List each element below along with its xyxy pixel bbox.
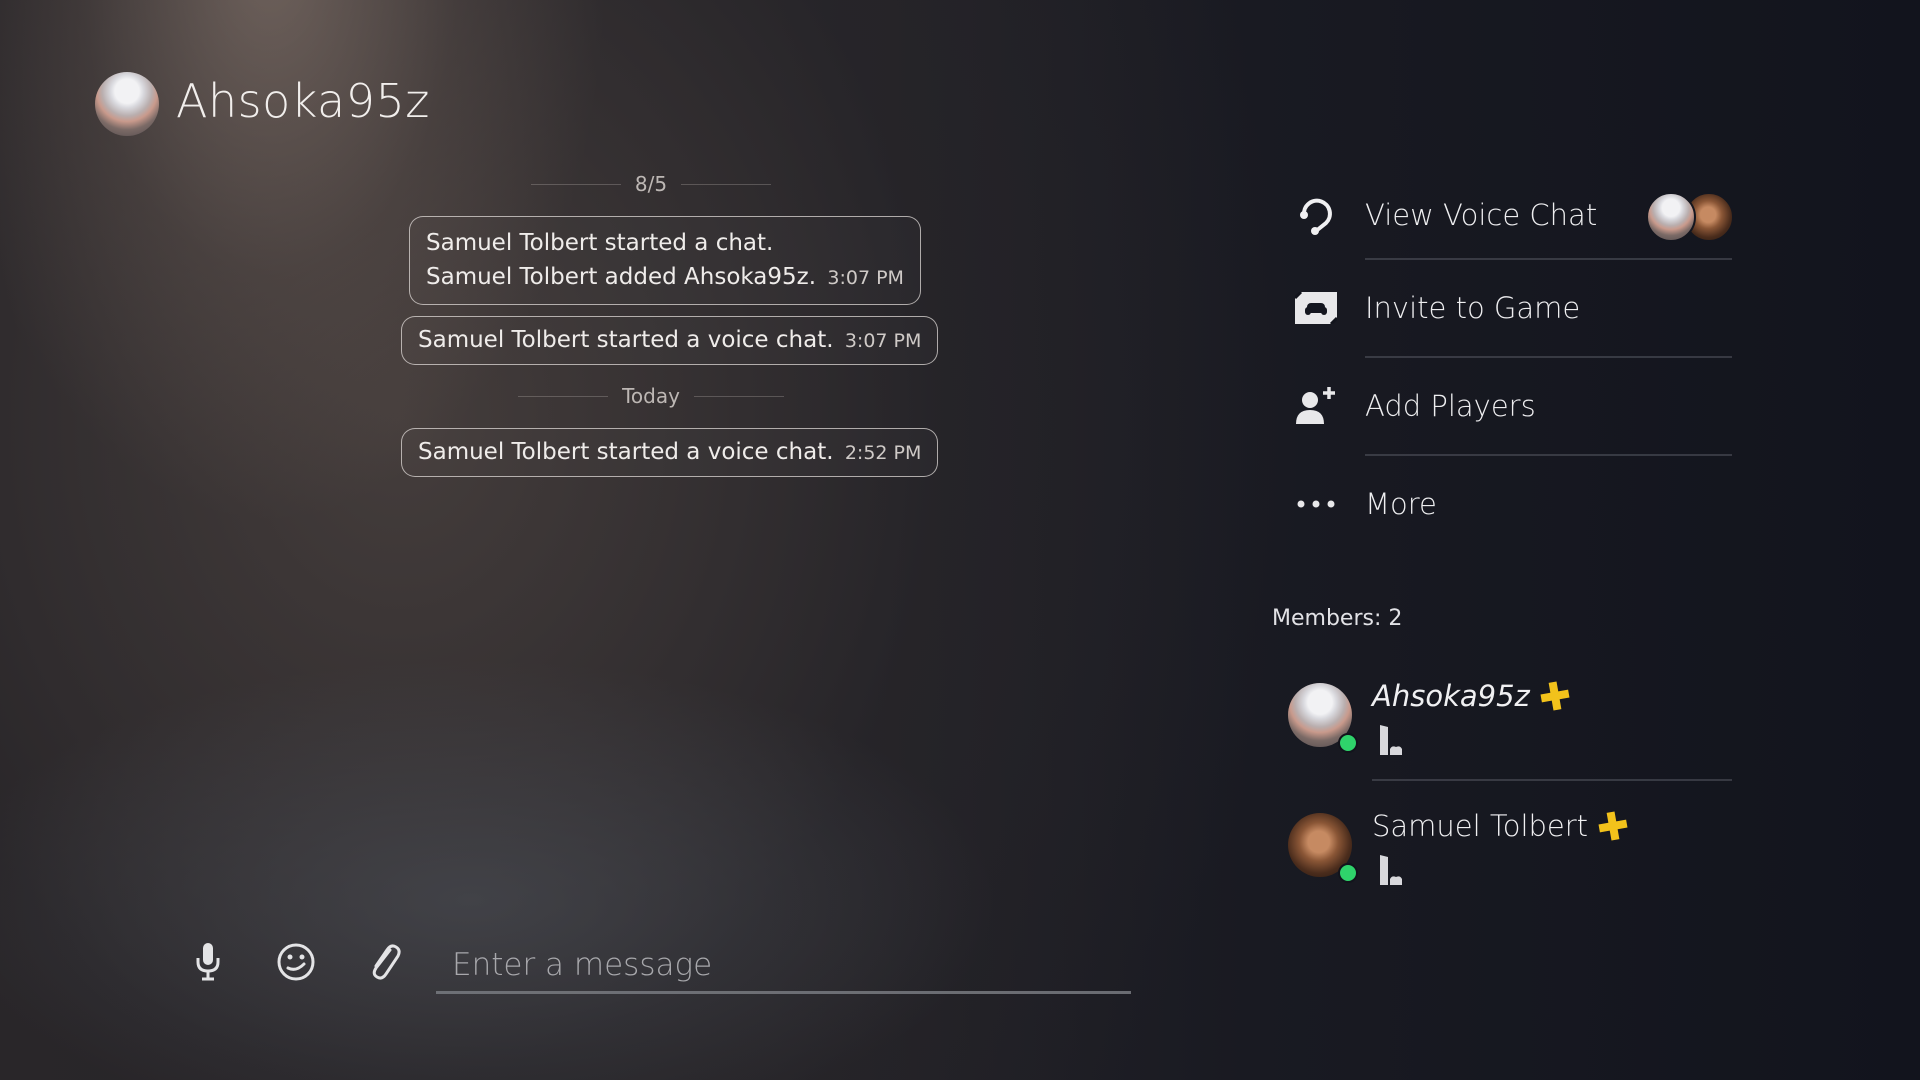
message-text: Samuel Tolbert started a voice chat. xyxy=(418,439,834,465)
member-row[interactable]: Samuel Tolbert xyxy=(1288,809,1732,913)
menu-label: View Voice Chat xyxy=(1365,198,1598,232)
chat-message[interactable]: Samuel Tolbert started a voice chat. 3:0… xyxy=(401,316,939,365)
online-status-indicator xyxy=(1338,733,1358,753)
attachment-icon xyxy=(372,944,401,980)
microphone-button[interactable] xyxy=(186,940,230,984)
page-title: Ahsoka95z xyxy=(176,74,430,128)
header-avatar xyxy=(95,72,159,136)
menu-label: Invite to Game xyxy=(1365,291,1581,325)
divider xyxy=(1365,258,1732,260)
invite-game-icon xyxy=(1290,282,1342,334)
add-players-button[interactable]: Add Players xyxy=(1290,366,1732,446)
more-dots-icon xyxy=(1290,478,1342,530)
message-text: Samuel Tolbert started a voice chat. xyxy=(418,327,834,353)
view-voice-chat-button[interactable]: View Voice Chat xyxy=(1290,175,1734,255)
invite-to-game-button[interactable]: Invite to Game xyxy=(1290,268,1732,348)
ps-plus-icon xyxy=(1540,681,1570,711)
divider xyxy=(693,395,784,397)
emoji-button[interactable] xyxy=(274,940,318,984)
divider xyxy=(531,183,621,185)
chat-message[interactable]: Samuel Tolbert started a chat. Samuel To… xyxy=(409,216,921,305)
menu-label: More xyxy=(1365,487,1437,521)
ps-plus-icon xyxy=(1598,811,1628,841)
microphone-icon xyxy=(196,943,220,981)
emoji-icon xyxy=(277,943,315,981)
member-name-text: Ahsoka95z xyxy=(1372,679,1530,713)
message-time: 3:07 PM xyxy=(844,330,922,352)
divider xyxy=(1372,779,1732,781)
ps5-console-icon xyxy=(1378,855,1404,891)
date-separator: 8/5 xyxy=(531,172,771,196)
headset-icon xyxy=(1290,189,1342,241)
message-text: Samuel Tolbert added Ahsoka95z. xyxy=(426,264,817,290)
member-name: Samuel Tolbert xyxy=(1372,809,1628,843)
date-label: 8/5 xyxy=(634,172,668,196)
message-text: Samuel Tolbert started a chat. xyxy=(426,230,774,256)
ps5-console-icon xyxy=(1378,725,1404,761)
voice-participant-avatar xyxy=(1646,192,1696,242)
chat-message[interactable]: Samuel Tolbert started a voice chat. 2:5… xyxy=(401,428,939,477)
members-count: Members: 2 xyxy=(1272,606,1403,631)
date-separator: Today xyxy=(518,384,784,408)
member-row[interactable]: Ahsoka95z xyxy=(1288,679,1732,783)
divider xyxy=(518,395,609,397)
message-time: 3:07 PM xyxy=(827,267,904,289)
date-label: Today xyxy=(622,384,680,408)
member-name-text: Samuel Tolbert xyxy=(1372,809,1589,843)
divider xyxy=(1365,356,1732,358)
message-time: 2:52 PM xyxy=(844,442,922,464)
divider xyxy=(1365,454,1732,456)
more-button[interactable]: More xyxy=(1290,464,1732,544)
add-player-icon xyxy=(1290,380,1342,432)
attachment-button[interactable] xyxy=(362,940,406,984)
divider xyxy=(681,183,771,185)
online-status-indicator xyxy=(1338,863,1358,883)
message-input[interactable] xyxy=(436,938,1131,994)
menu-label: Add Players xyxy=(1365,389,1536,423)
member-name: Ahsoka95z xyxy=(1372,679,1570,713)
